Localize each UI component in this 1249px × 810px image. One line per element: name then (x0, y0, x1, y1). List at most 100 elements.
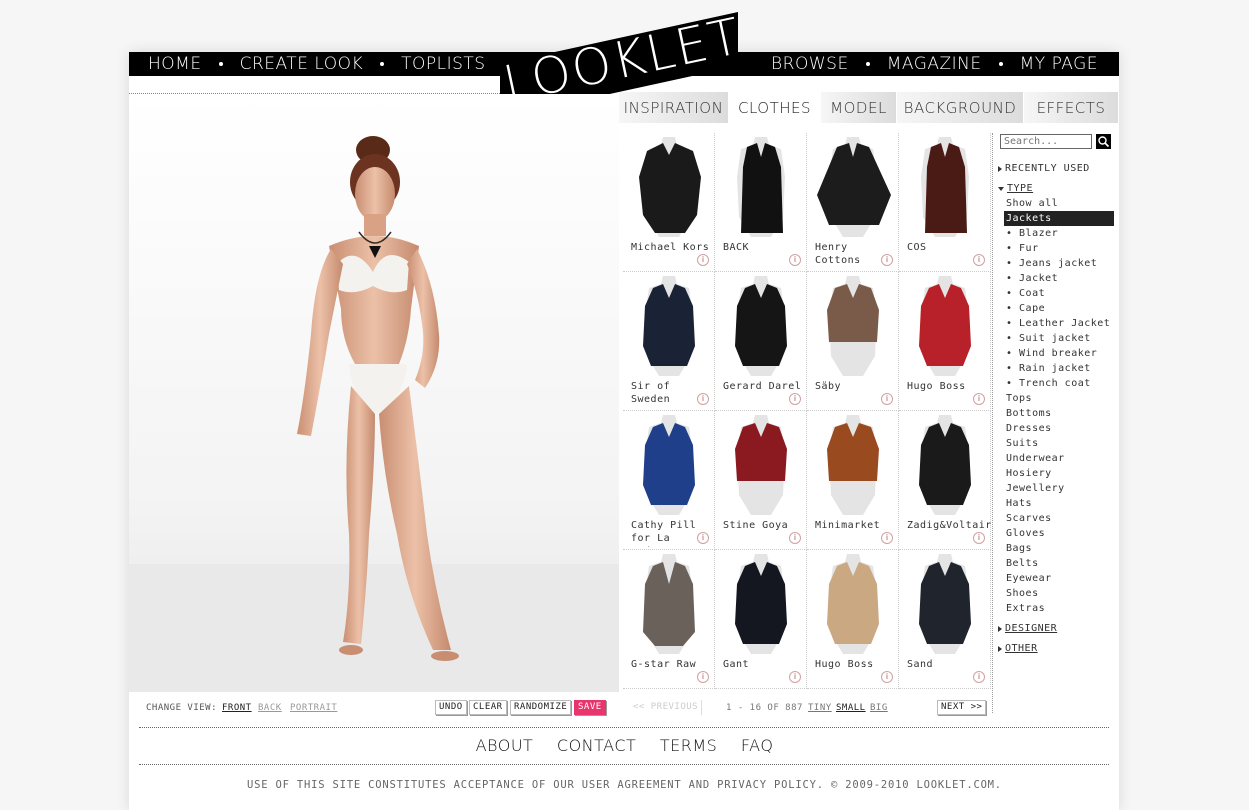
nav-magazine-link[interactable]: MAGAZINE (887, 54, 982, 74)
type-filter-item[interactable]: Scarves (998, 511, 1116, 526)
type-toggle[interactable]: TYPE (998, 181, 1116, 196)
clothing-item[interactable]: Minimarket i (807, 411, 899, 550)
clothing-thumbnail (919, 554, 971, 654)
clothing-item[interactable]: Gant i (715, 550, 807, 689)
tab-clothes[interactable]: CLOTHES (729, 92, 821, 123)
search-input[interactable] (1000, 134, 1092, 149)
type-filter-item[interactable]: • Leather Jacket (998, 316, 1116, 331)
type-filter-item[interactable]: • Coat (998, 286, 1116, 301)
nav-browse-link[interactable]: BROWSE (771, 54, 849, 74)
size-small-link[interactable]: SMALL (836, 703, 866, 713)
info-icon[interactable]: i (973, 393, 985, 405)
info-icon[interactable]: i (881, 532, 893, 544)
next-page-button[interactable]: NEXT >> (937, 700, 987, 715)
clothing-item[interactable]: G-star Raw i (623, 550, 715, 689)
info-icon[interactable]: i (881, 671, 893, 683)
view-back-link[interactable]: BACK (258, 703, 282, 713)
type-filter-item[interactable]: Eyewear (998, 571, 1116, 586)
type-filter-item[interactable]: • Fur (998, 241, 1116, 256)
nav-toplists-link[interactable]: TOPLISTS (401, 54, 485, 74)
type-filter-item[interactable]: • Wind breaker (998, 346, 1116, 361)
clothing-item[interactable]: Henry Cottons i (807, 133, 899, 272)
info-icon[interactable]: i (789, 671, 801, 683)
type-filter-item[interactable]: Underwear (998, 451, 1116, 466)
clothing-item[interactable]: Sir of Sweden i (623, 272, 715, 411)
type-filter-item[interactable]: Extras (998, 601, 1116, 616)
randomize-button[interactable]: RANDOMIZE (510, 700, 572, 715)
clear-button[interactable]: CLEAR (469, 700, 507, 715)
clothing-item[interactable]: Hugo Boss i (899, 272, 991, 411)
type-filter-item[interactable]: Suits (998, 436, 1116, 451)
tab-effects[interactable]: EFFECTS (1024, 92, 1119, 123)
type-filter-item[interactable]: • Jacket (998, 271, 1116, 286)
type-filter-item[interactable]: Bags (998, 541, 1116, 556)
clothing-thumbnail (735, 554, 787, 654)
model-canvas[interactable] (129, 94, 619, 692)
type-filter-item[interactable]: • Blazer (998, 226, 1116, 241)
type-filter-item[interactable]: Shoes (998, 586, 1116, 601)
clothing-item[interactable]: COS i (899, 133, 991, 272)
clothing-item[interactable]: Säby i (807, 272, 899, 411)
type-filter-item[interactable]: Dresses (998, 421, 1116, 436)
clothing-item[interactable]: Gerard Darel i (715, 272, 807, 411)
clothing-item[interactable]: BACK i (715, 133, 807, 272)
designer-toggle[interactable]: DESIGNER (998, 621, 1116, 636)
type-filter-item[interactable]: Tops (998, 391, 1116, 406)
type-filter-item[interactable]: Jewellery (998, 481, 1116, 496)
tab-inspiration[interactable]: INSPIRATION (619, 92, 729, 123)
type-filter-item[interactable]: Hosiery (998, 466, 1116, 481)
info-icon[interactable]: i (789, 393, 801, 405)
info-icon[interactable]: i (789, 254, 801, 266)
type-list: Show all Jackets • Blazer • Fur • Jeans jack… (998, 196, 1116, 616)
clothing-item[interactable]: Cathy Pill for La Redoutei (623, 411, 715, 550)
type-filter-item[interactable]: Hats (998, 496, 1116, 511)
type-filter-item[interactable]: Bottoms (998, 406, 1116, 421)
search-button[interactable] (1096, 134, 1111, 149)
sidebar-divider (992, 133, 993, 713)
undo-button[interactable]: UNDO (435, 700, 467, 715)
type-filter-item[interactable]: Gloves (998, 526, 1116, 541)
recently-used-label: RECENTLY USED (1005, 163, 1090, 174)
footer-terms-link[interactable]: TERMS (660, 736, 717, 755)
clothing-thumbnail (827, 554, 879, 654)
type-filter-item[interactable]: • Jeans jacket (998, 256, 1116, 271)
footer-contact-link[interactable]: CONTACT (557, 736, 636, 755)
size-big-link[interactable]: BIG (870, 703, 888, 713)
clothing-item[interactable]: Hugo Boss i (807, 550, 899, 689)
tab-model[interactable]: MODEL (821, 92, 897, 123)
type-filter-item[interactable]: Belts (998, 556, 1116, 571)
info-icon[interactable]: i (697, 532, 709, 544)
info-icon[interactable]: i (973, 671, 985, 683)
info-icon[interactable]: i (973, 254, 985, 266)
clothing-item[interactable]: Stine Goya i (715, 411, 807, 550)
type-filter-item[interactable]: Show all (998, 196, 1116, 211)
type-filter-item[interactable]: • Trench coat (998, 376, 1116, 391)
nav-my-page-link[interactable]: MY PAGE (1020, 54, 1098, 74)
clothing-item[interactable]: Sand i (899, 550, 991, 689)
nav-home-link[interactable]: HOME (148, 54, 202, 74)
info-icon[interactable]: i (881, 393, 893, 405)
info-icon[interactable]: i (973, 532, 985, 544)
previous-page-button[interactable]: << PREVIOUS (630, 700, 703, 715)
nav-create-look-link[interactable]: CREATE LOOK (240, 54, 364, 74)
type-filter-item[interactable]: • Rain jacket (998, 361, 1116, 376)
tab-background[interactable]: BACKGROUND (897, 92, 1024, 123)
info-icon[interactable]: i (697, 393, 709, 405)
footer-faq-link[interactable]: FAQ (741, 736, 774, 755)
save-button[interactable]: SAVE (574, 700, 606, 715)
other-toggle[interactable]: OTHER (998, 641, 1116, 656)
view-front-link[interactable]: FRONT (222, 703, 252, 713)
info-icon[interactable]: i (789, 532, 801, 544)
size-tiny-link[interactable]: TINY (808, 703, 832, 713)
clothing-item[interactable]: Zadig&Voltaire i (899, 411, 991, 550)
view-portrait-link[interactable]: PORTRAIT (290, 703, 337, 713)
type-filter-item[interactable]: • Suit jacket (998, 331, 1116, 346)
info-icon[interactable]: i (881, 254, 893, 266)
info-icon[interactable]: i (697, 254, 709, 266)
info-icon[interactable]: i (697, 671, 709, 683)
type-filter-item[interactable]: • Cape (998, 301, 1116, 316)
footer-about-link[interactable]: ABOUT (476, 736, 534, 755)
clothing-item[interactable]: Michael Kors i (623, 133, 715, 272)
type-filter-item[interactable]: Jackets (1004, 211, 1114, 226)
recently-used-toggle[interactable]: RECENTLY USED (998, 161, 1116, 176)
